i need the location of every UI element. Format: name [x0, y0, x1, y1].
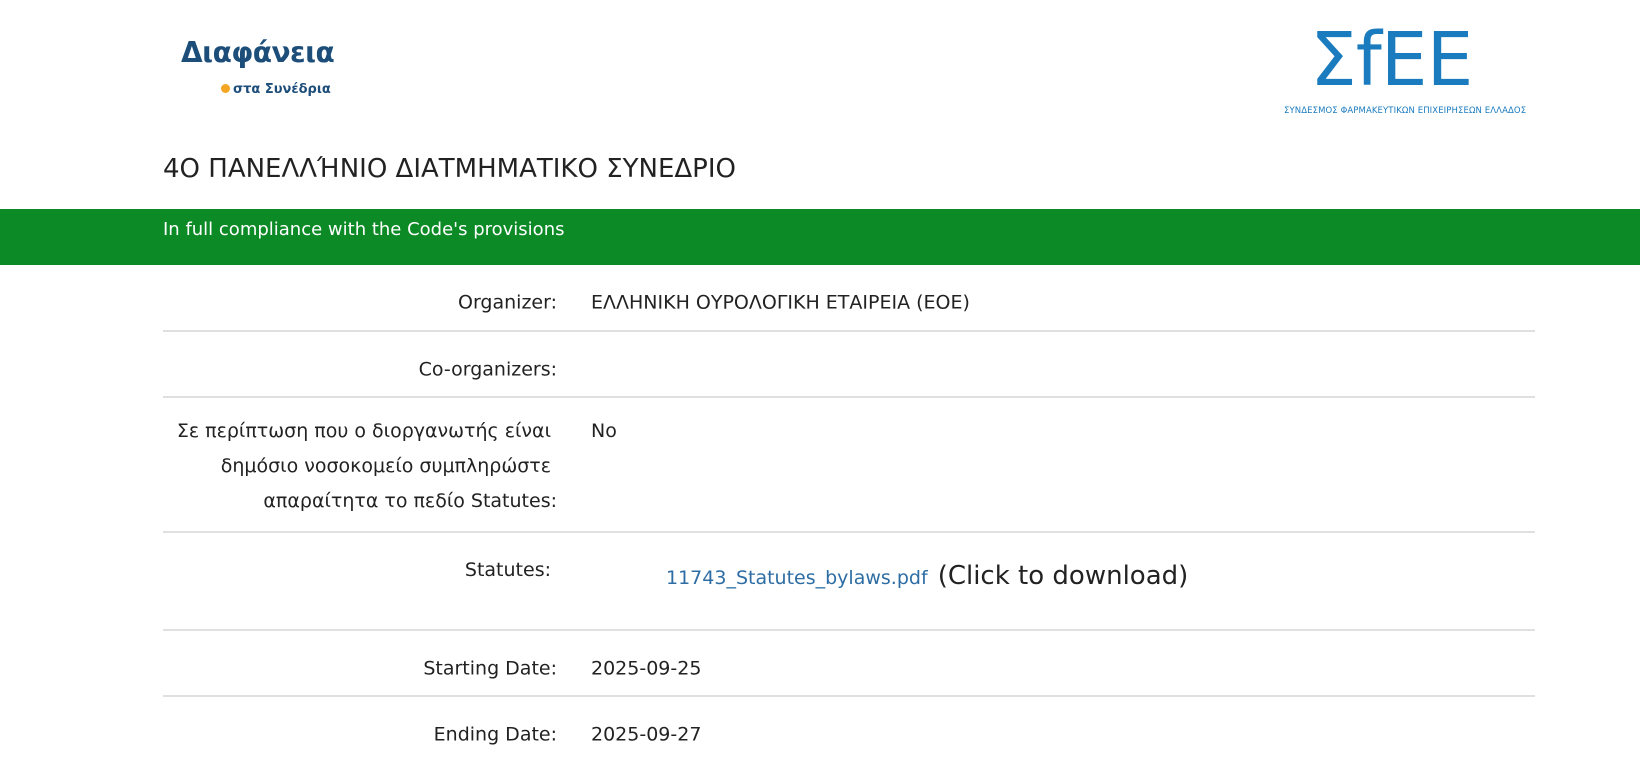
hospital-row: Σε περίπτωση που ο διοργανωτής είναι δημ… — [163, 398, 1535, 533]
hospital-value: No — [591, 420, 617, 442]
compliance-banner: In full compliance with the Code's provi… — [0, 209, 1640, 265]
hospital-label-line: Σε περίπτωση που ο διοργανωτής είναι — [176, 420, 551, 442]
sfee-logo: ΣfΕΕ ΣΥΝΔΕΣΜΟΣ ΦΑΡΜΑΚΕΥΤΙΚΩΝ ΕΠΙΧΕΙΡΗΣΕΩ… — [1282, 20, 1536, 120]
diafaneia-logo-wordmark: Διαφάνεια — [181, 36, 335, 69]
ending-date-label: Ending Date: — [433, 723, 557, 746]
organizer-label: Organizer: — [458, 291, 557, 314]
hospital-label-line: δημόσιο νοσοκομείο συμπληρώστε — [220, 455, 551, 477]
organizer-value: ΕΛΛΗΝΙΚΗ ΟΥΡΟΛΟΓΙΚΗ ΕΤΑΙΡΕΙΑ (ΕΟΕ) — [591, 291, 970, 314]
statutes-row: Statutes: 11743_Statutes_bylaws.pdf (Cli… — [163, 533, 1535, 631]
statutes-label: Statutes: — [464, 559, 551, 581]
coorganizers-label: Co-organizers: — [418, 358, 557, 381]
event-details: Organizer: ΕΛΛΗΝΙΚΗ ΟΥΡΟΛΟΓΙΚΗ ΕΤΑΙΡΕΙΑ … — [163, 265, 1535, 757]
statutes-download-link[interactable]: 11743_Statutes_bylaws.pdf — [666, 567, 928, 589]
sfee-logo-mark: ΣfΕΕ — [1310, 17, 1473, 103]
starting-date-row: Starting Date: 2025-09-25 — [163, 631, 1535, 697]
statutes-value: 11743_Statutes_bylaws.pdf (Click to down… — [666, 559, 1188, 596]
hospital-label-line: απαραίτητα το πεδίο Statutes: — [263, 490, 557, 512]
organizer-row: Organizer: ΕΛΛΗΝΙΚΗ ΟΥΡΟΛΟΓΙΚΗ ΕΤΑΙΡΕΙΑ … — [163, 265, 1535, 332]
page-title: 4Ο ΠΑΝΕΛΛΉΝΙΟ ΔΙΑΤΜΗΜΑΤΙΚΟ ΣΥΝΕΔΡΙΟ — [163, 154, 736, 184]
ending-date-row: Ending Date: 2025-09-27 — [163, 697, 1535, 757]
starting-date-value: 2025-09-25 — [591, 657, 702, 680]
diafaneia-logo: Διαφάνεια στα Συνέδρια — [181, 36, 335, 104]
diafaneia-logo-subtitle: στα Συνέδρια — [221, 82, 331, 97]
starting-date-label: Starting Date: — [423, 657, 557, 680]
compliance-banner-text: In full compliance with the Code's provi… — [163, 219, 565, 240]
coorganizers-row: Co-organizers: — [163, 332, 1535, 398]
sfee-logo-tagline: ΣΥΝΔΕΣΜΟΣ ΦΑΡΜΑΚΕΥΤΙΚΩΝ ΕΠΙΧΕΙΡΗΣΕΩΝ ΕΛΛ… — [1284, 106, 1527, 116]
statutes-download-hint: (Click to download) — [937, 561, 1189, 591]
ending-date-value: 2025-09-27 — [591, 723, 702, 746]
hospital-label: Σε περίπτωση που ο διοργανωτής είναι δημ… — [177, 414, 557, 519]
orange-dot-icon — [221, 84, 230, 93]
diafaneia-logo-subtitle-text: στα Συνέδρια — [233, 82, 331, 97]
